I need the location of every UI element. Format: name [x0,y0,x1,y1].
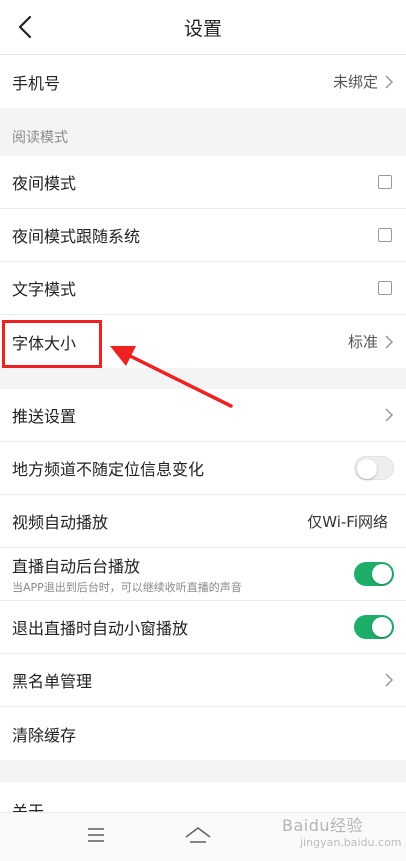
reading-mode-section-label: 阅读模式 [12,130,68,146]
clear-cache-label: 清除缓存 [12,725,77,745]
phone-value: 未绑定 [332,73,378,91]
chevron-right-icon [385,673,394,687]
annotation-arrow-icon [110,346,233,408]
about-row[interactable]: 关于 [0,782,406,812]
general-settings-group: 推送设置 地方频道不随定位信息变化 视频自动播放 仅Wi-Fi网络 直播自动后台… [0,389,406,760]
toggle-knob [372,617,392,637]
video-autoplay-label: 视频自动播放 [12,513,109,532]
live-pip-toggle[interactable] [354,615,394,639]
live-background-desc: 当APP退出到后台时，可以继续收听直播的声音 [12,581,242,594]
live-background-toggle[interactable] [354,562,394,586]
about-group: 关于 [0,782,406,812]
local-channel-label: 地方频道不随定位信息变化 [12,460,205,479]
clear-cache-row[interactable]: 清除缓存 [0,707,406,760]
top-bar: 设置 [0,0,406,55]
about-label: 关于 [12,802,45,812]
highlight-box [2,320,102,368]
baidu-watermark-url: jingyan.baidu.com [300,836,402,849]
live-background-label: 直播自动后台播放 [12,557,141,576]
local-channel-toggle[interactable] [354,456,394,480]
live-pip-label: 退出直播时自动小窗播放 [12,619,189,638]
night-follow-system-checkbox[interactable] [378,228,392,242]
video-autoplay-row[interactable]: 视频自动播放 仅Wi-Fi网络 [0,495,406,548]
baidu-watermark: Baidu经验 [282,816,364,835]
live-pip-row: 退出直播时自动小窗播放 [0,601,406,654]
local-channel-row: 地方频道不随定位信息变化 [0,442,406,495]
text-mode-checkbox[interactable] [378,281,392,295]
toggle-knob [372,564,392,584]
blacklist-label: 黑名单管理 [12,672,93,691]
font-size-value: 标准 [347,333,378,351]
night-mode-label: 夜间模式 [12,174,77,193]
video-autoplay-value: 仅Wi-Fi网络 [307,512,388,531]
home-icon[interactable] [184,825,212,845]
live-background-row: 直播自动后台播放 当APP退出到后台时，可以继续收听直播的声音 [0,548,406,601]
phone-row[interactable]: 手机号 未绑定 [0,55,406,108]
text-mode-label: 文字模式 [12,280,77,299]
night-mode-checkbox[interactable] [378,175,392,189]
phone-label: 手机号 [12,73,61,93]
chevron-right-icon [385,408,394,422]
night-follow-system-label: 夜间模式跟随系统 [12,227,141,246]
chevron-right-icon [385,74,394,89]
night-follow-system-row[interactable]: 夜间模式跟随系统 [0,209,406,262]
live-background-text: 直播自动后台播放 当APP退出到后台时，可以继续收听直播的声音 [12,553,354,595]
page-title: 设置 [183,18,222,40]
blacklist-row[interactable]: 黑名单管理 [0,654,406,707]
chevron-right-icon [385,334,394,349]
menu-icon[interactable] [86,827,106,843]
account-group: 手机号 未绑定 [0,55,406,108]
toggle-knob [357,459,377,479]
text-mode-row[interactable]: 文字模式 [0,262,406,315]
night-mode-row[interactable]: 夜间模式 [0,156,406,209]
